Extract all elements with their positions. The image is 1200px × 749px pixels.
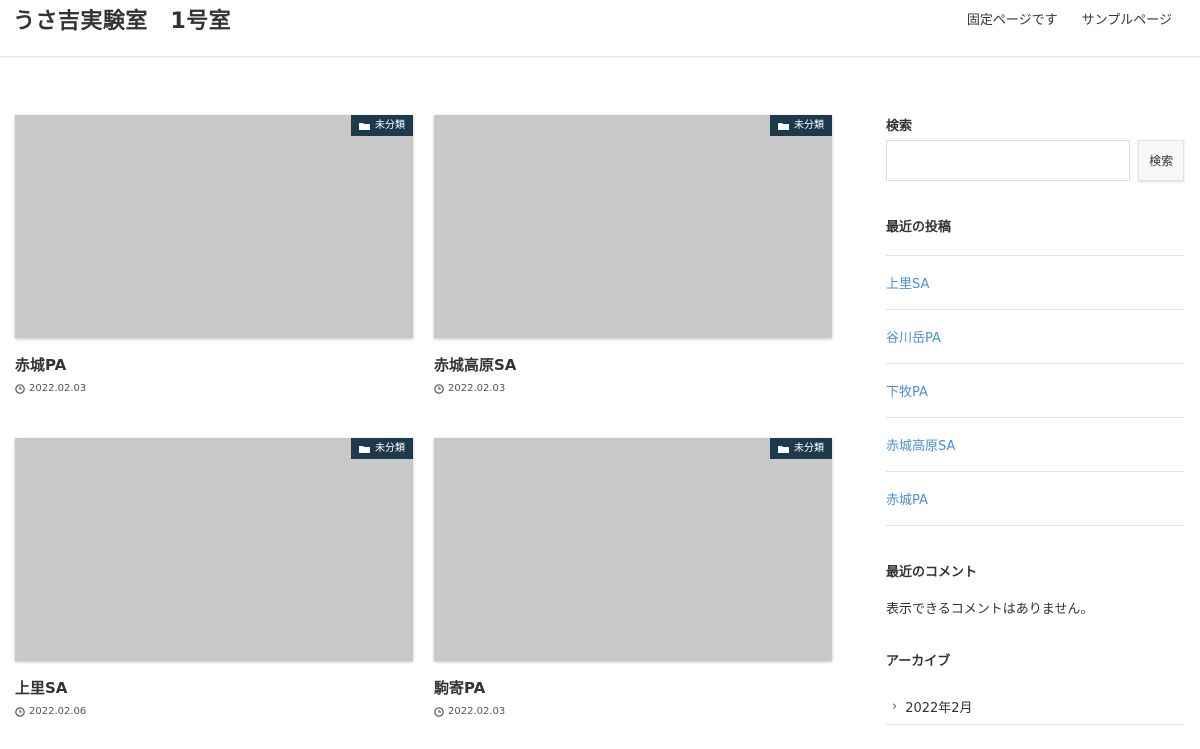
post-date-text: 2022.02.03 <box>448 383 506 394</box>
chevron-right-icon: › <box>892 698 898 714</box>
post-card[interactable]: 未分類 上里SA 2022.02.06 <box>15 438 413 718</box>
category-badge[interactable]: 未分類 <box>770 115 832 136</box>
global-nav: 固定ページです サンプルページ <box>943 12 1172 30</box>
recent-posts-list: 上里SA 谷川岳PA 下牧PA 赤城高原SA 赤城PA <box>886 255 1184 526</box>
clock-icon <box>15 384 25 394</box>
archives-title: アーカイブ <box>886 654 951 669</box>
category-label: 未分類 <box>794 120 824 131</box>
search-input[interactable] <box>886 140 1131 181</box>
search-widget: 検索 検索 <box>886 118 1184 181</box>
list-item: 上里SA <box>886 256 1184 310</box>
category-badge[interactable]: 未分類 <box>351 115 413 136</box>
site-header: うさ吉実験室 1号室 固定ページです サンプルページ <box>0 0 1200 57</box>
post-date: 2022.02.03 <box>434 383 832 395</box>
recent-post-link[interactable]: 上里SA <box>886 273 929 292</box>
recent-comments-widget: 最近のコメント 表示できるコメントはありません。 <box>886 564 1184 619</box>
category-badge[interactable]: 未分類 <box>351 438 413 459</box>
archive-link[interactable]: 2022年2月 <box>905 697 972 716</box>
search-form: 検索 <box>886 140 1184 181</box>
post-title[interactable]: 赤城高原SA <box>434 356 832 374</box>
post-thumbnail[interactable]: 未分類 <box>434 115 832 338</box>
nav-item-fixed-page[interactable]: 固定ページです <box>967 12 1058 30</box>
post-date-text: 2022.02.06 <box>29 706 87 717</box>
post-card[interactable]: 未分類 赤城PA 2022.02.03 <box>15 115 413 395</box>
recent-comments-title: 最近のコメント <box>886 565 978 580</box>
post-date-text: 2022.02.03 <box>29 383 87 394</box>
category-label: 未分類 <box>375 443 405 454</box>
post-title[interactable]: 赤城PA <box>15 356 413 374</box>
category-label: 未分類 <box>375 120 405 131</box>
list-item: 赤城高原SA <box>886 418 1184 472</box>
folder-icon <box>778 445 789 453</box>
post-card[interactable]: 未分類 駒寄PA 2022.02.03 <box>434 438 832 718</box>
recent-post-link[interactable]: 谷川岳PA <box>886 327 941 346</box>
folder-icon <box>359 445 370 453</box>
recent-post-link[interactable]: 下牧PA <box>886 381 928 400</box>
list-item: 谷川岳PA <box>886 310 1184 364</box>
recent-posts-title: 最近の投稿 <box>886 220 952 235</box>
post-thumbnail[interactable]: 未分類 <box>15 115 413 338</box>
recent-post-link[interactable]: 赤城PA <box>886 489 928 508</box>
post-date: 2022.02.03 <box>15 383 413 395</box>
recent-posts-widget: 最近の投稿 上里SA 谷川岳PA 下牧PA 赤城高原SA 赤城PA <box>886 219 1184 526</box>
list-item: 赤城PA <box>886 472 1184 526</box>
site-title[interactable]: うさ吉実験室 1号室 <box>13 8 231 36</box>
post-date: 2022.02.03 <box>434 706 832 718</box>
post-date: 2022.02.06 <box>15 706 413 718</box>
recent-post-link[interactable]: 赤城高原SA <box>886 435 955 454</box>
post-title[interactable]: 駒寄PA <box>434 679 832 697</box>
clock-icon <box>434 384 444 394</box>
post-card[interactable]: 未分類 赤城高原SA 2022.02.03 <box>434 115 832 395</box>
post-date-text: 2022.02.03 <box>448 706 506 717</box>
clock-icon <box>434 707 444 717</box>
post-title[interactable]: 上里SA <box>15 679 413 697</box>
post-thumbnail[interactable]: 未分類 <box>434 438 832 661</box>
category-label: 未分類 <box>794 443 824 454</box>
nav-item-sample-page[interactable]: サンプルページ <box>1082 12 1172 30</box>
list-item: › 2022年2月 <box>886 689 1184 725</box>
folder-icon <box>359 122 370 130</box>
category-badge[interactable]: 未分類 <box>770 438 832 459</box>
folder-icon <box>778 122 789 130</box>
search-widget-title: 検索 <box>886 119 913 134</box>
list-item: 下牧PA <box>886 364 1184 418</box>
clock-icon <box>15 707 25 717</box>
search-button[interactable]: 検索 <box>1138 140 1184 181</box>
no-comments-text: 表示できるコメントはありません。 <box>886 602 1094 617</box>
sidebar: 検索 検索 最近の投稿 上里SA 谷川岳PA 下牧PA 赤城高原SA 赤城PA … <box>886 118 1184 725</box>
archives-list: › 2022年2月 <box>886 689 1184 725</box>
post-thumbnail[interactable]: 未分類 <box>15 438 413 661</box>
archives-widget: アーカイブ › 2022年2月 <box>886 653 1184 725</box>
